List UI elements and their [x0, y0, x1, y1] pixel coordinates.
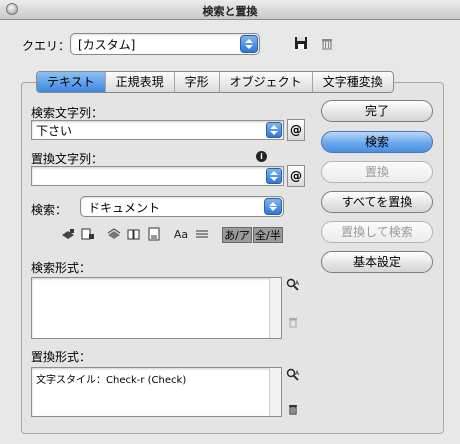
- change-all-button[interactable]: すべてを置換: [321, 191, 433, 213]
- select-arrows-icon: [264, 198, 282, 215]
- query-select-value: [カスタム]: [78, 38, 136, 52]
- title-bar: 検索と置換: [0, 0, 460, 20]
- find-history-arrows-icon[interactable]: [266, 122, 282, 138]
- tab-text[interactable]: テキスト: [37, 72, 106, 92]
- include-locked-layers-icon[interactable]: [60, 227, 76, 243]
- find-what-value: 下さい: [36, 124, 73, 138]
- kana-sensitive-toggle[interactable]: あ/ア: [222, 227, 252, 243]
- find-format-label: 検索形式：: [31, 261, 92, 275]
- find-special-char-button[interactable]: @: [287, 119, 305, 141]
- change-to-label: 置換文字列：: [31, 152, 104, 166]
- specify-find-format-icon[interactable]: A: [286, 278, 300, 295]
- svg-text:A: A: [295, 370, 300, 377]
- change-format-box[interactable]: 文字スタイル：Check-r (Check): [31, 367, 282, 417]
- tab-transliterate[interactable]: 文字種変換: [313, 72, 393, 92]
- change-find-button[interactable]: 置換して検索: [321, 221, 433, 243]
- find-what-field[interactable]: 下さい: [31, 120, 284, 140]
- trash-icon[interactable]: [320, 36, 334, 53]
- include-master-pages-icon[interactable]: [126, 227, 142, 243]
- whole-word-icon[interactable]: [194, 227, 210, 243]
- change-special-char-button[interactable]: @: [287, 165, 305, 187]
- floppy-disk-icon[interactable]: [294, 36, 308, 53]
- include-footnotes-icon[interactable]: [146, 227, 162, 243]
- change-format-label: 置換形式：: [31, 350, 92, 364]
- fewer-options-button[interactable]: 基本設定: [321, 251, 433, 273]
- change-button[interactable]: 置換: [321, 161, 433, 183]
- clear-change-format-icon[interactable]: [286, 402, 300, 419]
- query-label: クエリ：: [22, 39, 71, 53]
- tab-object[interactable]: オブジェクト: [220, 72, 313, 92]
- search-scope-value: ドキュメント: [88, 201, 161, 215]
- change-history-arrows-icon[interactable]: [266, 168, 282, 184]
- tab-bar: テキスト 正規表現 字形 オブジェクト 文字種変換: [36, 71, 394, 93]
- include-hidden-layers-icon[interactable]: [106, 227, 122, 243]
- change-format-scrollbar[interactable]: [269, 368, 281, 416]
- width-sensitive-toggle[interactable]: 全/半: [253, 227, 283, 243]
- change-format-value: 文字スタイル：Check-r (Check): [36, 375, 187, 386]
- info-icon: i: [256, 151, 267, 162]
- change-to-field[interactable]: [31, 166, 284, 186]
- case-sensitive-toggle[interactable]: Aa: [172, 227, 190, 243]
- specify-change-format-icon[interactable]: A: [286, 368, 300, 385]
- tab-glyph[interactable]: 字形: [175, 72, 220, 92]
- window-title: 検索と置換: [202, 5, 258, 18]
- svg-text:A: A: [295, 280, 300, 287]
- search-scope-select[interactable]: ドキュメント: [80, 196, 284, 217]
- find-button[interactable]: 検索: [321, 131, 433, 153]
- find-format-box[interactable]: [31, 277, 282, 339]
- done-button[interactable]: 完了: [321, 100, 433, 122]
- select-arrows-icon: [240, 35, 258, 53]
- tab-grep[interactable]: 正規表現: [106, 72, 175, 92]
- find-format-scrollbar[interactable]: [269, 278, 281, 338]
- clear-find-format-icon[interactable]: [286, 315, 300, 332]
- include-locked-stories-icon[interactable]: [80, 227, 96, 243]
- query-select[interactable]: [カスタム]: [70, 33, 260, 55]
- search-scope-label: 検索：: [31, 203, 68, 217]
- find-what-label: 検索文字列：: [31, 106, 104, 120]
